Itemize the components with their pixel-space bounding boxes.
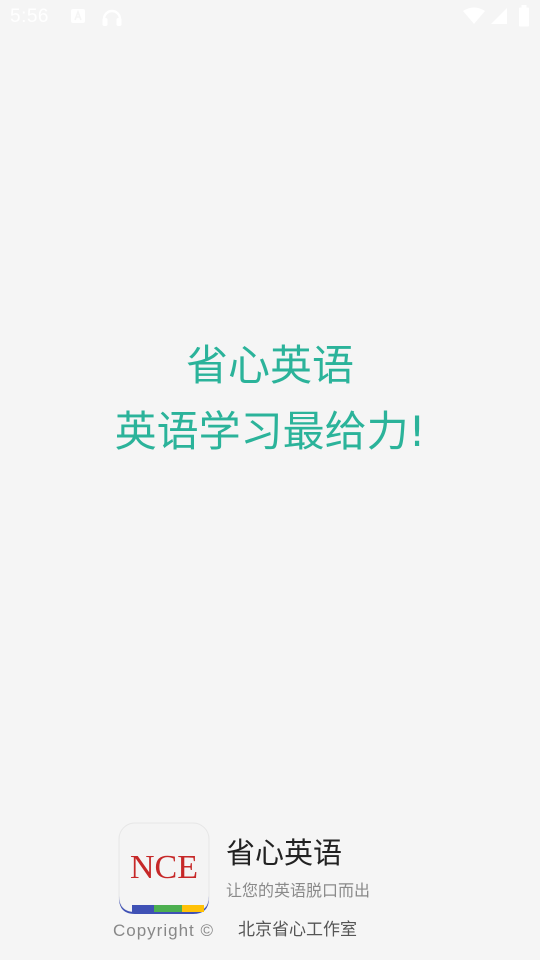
splash-title: 省心英语 xyxy=(185,341,354,390)
footer-app-name: 省心英语 xyxy=(226,836,343,870)
footer-tagline: 让您的英语脱口而出 xyxy=(226,881,371,900)
status-bar: 5:56 xyxy=(0,0,540,36)
battery-icon xyxy=(519,5,529,27)
footer-studio: 北京省心工作室 xyxy=(238,920,357,940)
app-logo: NCE xyxy=(118,822,210,914)
status-time: 5:56 xyxy=(10,6,49,27)
headset-icon xyxy=(102,9,122,26)
notification-a-icon xyxy=(71,9,85,23)
logo-text: NCE xyxy=(130,849,198,886)
footer-copyright: Copyright © xyxy=(113,921,215,940)
signal-icon xyxy=(491,8,507,24)
splash-slogan: 英语学习最给力! xyxy=(114,407,426,456)
wifi-icon xyxy=(463,7,485,24)
